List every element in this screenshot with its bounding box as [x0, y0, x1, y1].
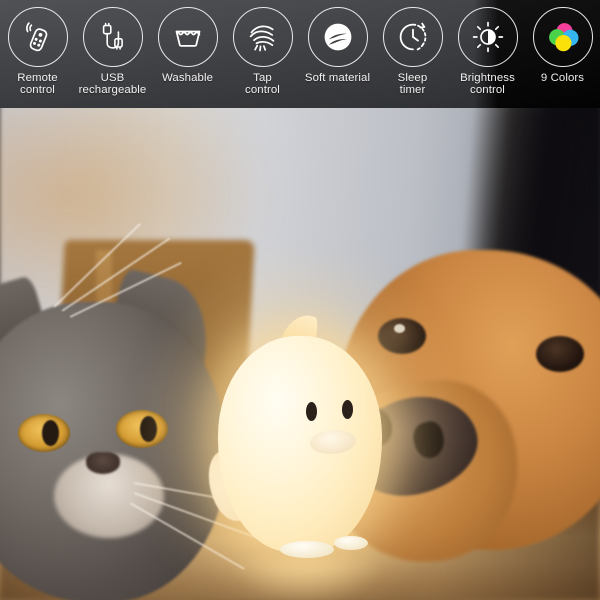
feature-label: Soft material [304, 72, 371, 84]
feature-label: 9 Colors [540, 72, 585, 84]
feature-washable[interactable]: Washable [150, 0, 225, 108]
feature-remote-control[interactable]: Remote control [0, 0, 75, 108]
lamp-right-eye [342, 400, 353, 419]
lamp-left-eye [306, 402, 317, 421]
night-light-lamp [132, 256, 468, 600]
feature-label: Brightness control [460, 72, 515, 97]
lamp-body [218, 336, 382, 552]
feature-soft-material[interactable]: Soft material [300, 0, 375, 108]
feature-label: Remote control [17, 72, 58, 97]
feature-label: Tap control [245, 72, 280, 97]
tapping-hand-icon [232, 7, 293, 67]
product-image: Remote control USB rechargeable Washable… [0, 0, 600, 600]
color-palette-icon [532, 7, 593, 67]
feature-tap-control[interactable]: Tap control [225, 0, 300, 108]
lamp-left-foot [280, 541, 334, 558]
feature-sleep-timer[interactable]: Sleep timer [375, 0, 450, 108]
lamp-right-foot [334, 536, 368, 550]
wash-tub-icon [157, 7, 218, 67]
usb-cable-icon [82, 7, 143, 67]
feature-nine-colors[interactable]: 9 Colors [525, 0, 600, 108]
feature-usb-rechargeable[interactable]: USB rechargeable [75, 0, 150, 108]
dog-right-eye [536, 336, 584, 372]
feature-brightness-control[interactable]: Brightness control [450, 0, 525, 108]
lamp-table-reflection [232, 558, 382, 600]
cat-nose [86, 452, 120, 474]
remote-control-icon [7, 7, 68, 67]
soft-waves-icon [307, 7, 368, 67]
feature-label: USB rechargeable [78, 72, 147, 97]
feature-label: Washable [161, 72, 214, 84]
clock-timer-icon [382, 7, 443, 67]
brightness-sun-icon [457, 7, 518, 67]
feature-label: Sleep timer [397, 72, 428, 97]
feature-icon-bar: Remote control USB rechargeable Washable… [0, 0, 600, 108]
cat-left-pupil [42, 420, 59, 446]
